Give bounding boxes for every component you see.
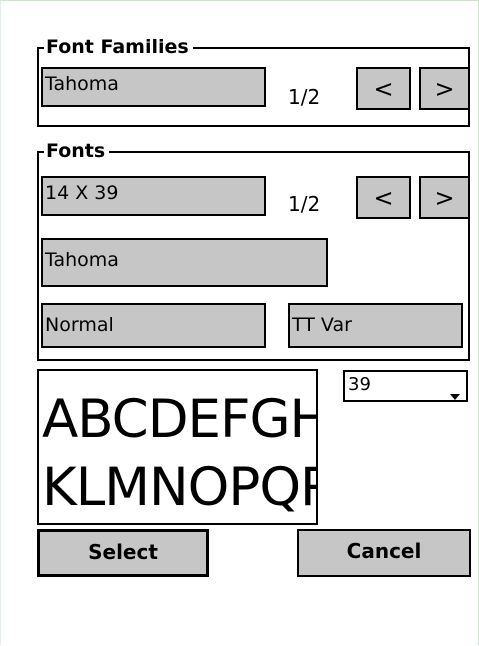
font-family-page-counter: 1/2 — [288, 85, 321, 109]
font-family-field[interactable]: Tahoma — [41, 67, 266, 107]
fonts-legend: Fonts — [44, 141, 110, 161]
font-size-prev-button[interactable]: < — [356, 176, 411, 219]
font-size-page-counter: 1/2 — [288, 192, 321, 216]
font-preview-box: ABCDEFGHIJ KLMNOPQRST — [37, 369, 318, 525]
font-face-name-field: Tahoma — [41, 238, 328, 287]
cancel-button[interactable]: Cancel — [297, 529, 471, 577]
font-family-next-label: > — [434, 74, 455, 103]
font-family-prev-button[interactable]: < — [356, 67, 411, 110]
size-dropdown[interactable]: 39 — [343, 370, 468, 402]
font-family-next-button[interactable]: > — [419, 67, 470, 110]
font-weight-field: Normal — [41, 303, 266, 348]
font-size-next-button[interactable]: > — [419, 176, 470, 219]
select-button[interactable]: Select — [37, 529, 209, 577]
font-size-prev-label: < — [373, 183, 394, 212]
preview-line-1: ABCDEFGHIJ — [42, 389, 316, 450]
font-size-field[interactable]: 14 X 39 — [41, 176, 266, 216]
size-dropdown-value: 39 — [348, 374, 371, 395]
font-type-field: TT Var — [288, 303, 463, 348]
font-size-next-label: > — [434, 183, 455, 212]
font-families-legend: Font Families — [44, 37, 193, 57]
preview-line-2: KLMNOPQRST — [42, 457, 316, 518]
font-family-prev-label: < — [373, 74, 394, 103]
chevron-down-icon — [450, 382, 460, 408]
